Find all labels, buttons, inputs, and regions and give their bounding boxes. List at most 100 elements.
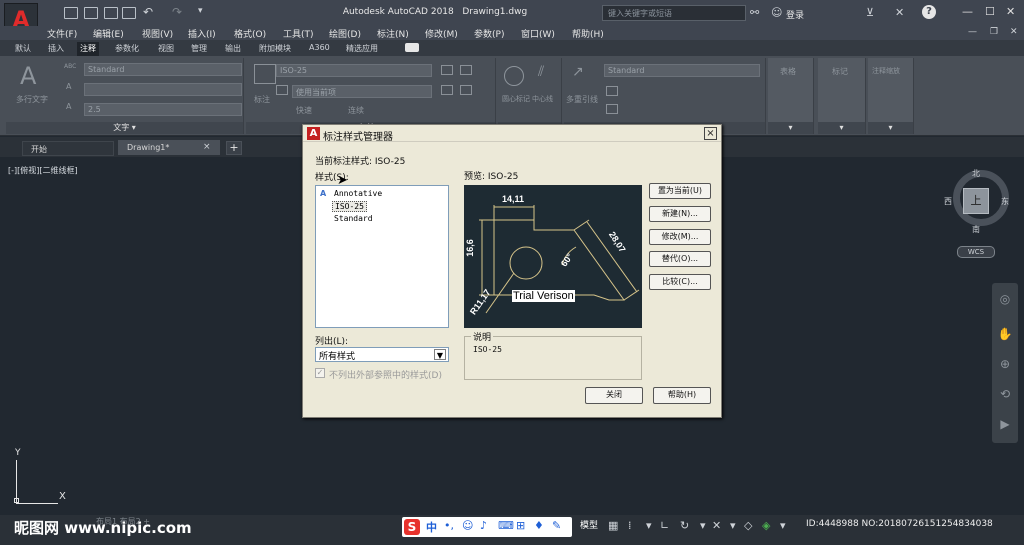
dim-jog-icon[interactable] (460, 85, 472, 95)
set-current-button[interactable]: 置为当前(U) (649, 183, 711, 199)
dim-style-combo[interactable]: ISO-25 (276, 64, 432, 77)
dimension-icon[interactable] (254, 64, 276, 84)
save-icon[interactable] (104, 7, 118, 19)
polar-dropdown-icon[interactable]: ▾ (700, 519, 706, 532)
menu-edit[interactable]: 编辑(E) (93, 27, 124, 40)
multileader-icon[interactable]: ↗ (572, 64, 584, 80)
quick-dimension-button[interactable]: 快速 (296, 105, 312, 116)
ime-voice-icon[interactable]: ♪ (480, 519, 487, 532)
sign-in-link[interactable]: 登录 (786, 8, 804, 21)
steering-wheel-icon[interactable]: ◎ (996, 290, 1014, 308)
tab-annotate[interactable]: 注释 (77, 42, 99, 56)
new-tab-button[interactable]: + (226, 141, 242, 155)
osnap-tracking-icon[interactable]: ✕ (712, 519, 721, 532)
styles-list[interactable]: A Annotative ISO-25 Standard (315, 185, 449, 328)
ime-emoji-icon[interactable]: ☺ (462, 519, 473, 532)
ime-chinese-mode[interactable]: 中 (426, 519, 437, 535)
menu-file[interactable]: 文件(F) (47, 27, 77, 40)
tab-featured-apps[interactable]: 精选应用 (343, 43, 381, 54)
compass-north[interactable]: 北 (972, 168, 980, 179)
text-style-combo[interactable]: Standard (84, 63, 242, 76)
tab-parametric[interactable]: 参数化 (112, 43, 142, 54)
tab-addins[interactable]: 附加模块 (256, 43, 294, 54)
continue-dimension-button[interactable]: 连续 (348, 105, 364, 116)
dim-inspect-icon[interactable] (441, 85, 453, 95)
dim-adjust-icon[interactable] (460, 65, 472, 75)
search-input[interactable]: 键入关键字或短语 (602, 5, 746, 21)
compass-east[interactable]: 东 (1001, 196, 1009, 207)
viewcube-top-face[interactable]: 上 (963, 188, 989, 214)
tab-output[interactable]: 输出 (222, 43, 244, 54)
annotation-scaling-panel[interactable]: 注释缩放 ▾ (868, 58, 914, 134)
list-dropdown-arrow-icon[interactable]: ▼ (434, 349, 446, 360)
new-file-icon[interactable] (64, 7, 78, 19)
style-item-iso25[interactable]: ISO-25 (332, 201, 367, 212)
centerline-icon[interactable]: ⫽ (538, 64, 544, 80)
menu-window[interactable]: 窗口(W) (521, 27, 555, 40)
tables-panel[interactable]: 表格 ▾ (768, 58, 814, 134)
object-snap-icon[interactable]: ◇ (744, 519, 752, 532)
user-icon[interactable]: ☺ (771, 6, 782, 19)
tab-default[interactable]: 默认 (12, 43, 34, 54)
modify-style-button[interactable]: 修改(M)... (649, 229, 711, 245)
override-style-button[interactable]: 替代(O)... (649, 251, 711, 267)
polar-icon[interactable]: ↻ (680, 519, 689, 532)
centerline-label[interactable]: 中心线 (532, 94, 553, 104)
markup-label[interactable]: 标记 (832, 66, 848, 77)
showmotion-icon[interactable]: ▶ (996, 415, 1014, 433)
add-leader-icon[interactable] (606, 86, 618, 96)
text-height-combo[interactable]: 2.5 (84, 103, 242, 116)
remove-leader-icon[interactable] (606, 104, 618, 114)
annotation-scaling-footer[interactable]: ▾ (868, 122, 913, 134)
center-mark-label[interactable]: 圆心标记 (502, 94, 530, 104)
find-text-input[interactable] (84, 83, 242, 96)
ime-keyboard-icon[interactable]: ⌨ (498, 519, 514, 532)
close-window-button[interactable]: ✕ (1006, 5, 1015, 18)
tab-insert[interactable]: 插入 (45, 43, 67, 54)
pan-icon[interactable]: ✋ (996, 325, 1014, 343)
menu-help[interactable]: 帮助(H) (572, 27, 604, 40)
binoculars-icon[interactable]: ⚯ (750, 6, 759, 19)
osnap-dropdown-icon[interactable]: ▾ (730, 519, 736, 532)
markup-panel[interactable]: 标记 ▾ (818, 58, 866, 134)
snap-icon[interactable]: ⁞ (628, 519, 632, 532)
multiline-text-label[interactable]: 多行文字 (16, 94, 48, 105)
multiline-text-icon[interactable]: A (20, 62, 36, 90)
minimize-button[interactable]: — (962, 5, 973, 18)
open-file-icon[interactable] (84, 7, 98, 19)
compare-style-button[interactable]: 比较(C)... (649, 274, 711, 290)
markup-footer[interactable]: ▾ (818, 122, 865, 134)
menu-tools[interactable]: 工具(T) (283, 27, 314, 40)
close-dialog-button[interactable]: 关闭 (585, 387, 643, 404)
tab-manage[interactable]: 管理 (188, 43, 210, 54)
menu-modify[interactable]: 修改(M) (425, 27, 458, 40)
menu-parametric[interactable]: 参数(P) (474, 27, 504, 40)
menu-draw[interactable]: 绘图(D) (329, 27, 361, 40)
menu-minimize-button[interactable]: — (968, 27, 977, 37)
list-filter-select[interactable]: 所有样式 (315, 347, 449, 362)
dimension-label[interactable]: 标注 (254, 94, 270, 105)
start-tab[interactable]: 开始 (22, 141, 114, 156)
menu-format[interactable]: 格式(O) (234, 27, 266, 40)
dim-layer-combo[interactable]: 使用当前项 (292, 85, 432, 98)
tables-label[interactable]: 表格 (780, 66, 796, 77)
annotation-scaling-label[interactable]: 注释缩放 (872, 66, 900, 76)
print-icon[interactable] (122, 7, 136, 19)
help-button[interactable]: 帮助(H) (653, 387, 711, 404)
quick-access-dropdown-icon[interactable]: ▾ (198, 6, 203, 16)
ime-toolbar[interactable]: S 中 •, ☺ ♪ ⌨ ⊞ ♦ ✎ (402, 517, 572, 537)
menu-close-button[interactable]: ✕ (1010, 27, 1018, 37)
center-mark-icon[interactable] (504, 66, 524, 86)
ime-punct-mode[interactable]: •, (444, 519, 454, 532)
isodraft-dropdown-icon[interactable]: ▾ (780, 519, 786, 532)
ime-toolbox-icon[interactable]: ⊞ (516, 519, 525, 532)
tab-a360[interactable]: A360 (306, 43, 333, 52)
exclude-xref-checkbox[interactable]: ✓ (315, 368, 325, 378)
tables-footer[interactable]: ▾ (768, 122, 813, 134)
undo-icon[interactable]: ↶ (143, 5, 153, 19)
ime-settings-icon[interactable]: ✎ (552, 519, 561, 532)
isodraft-icon[interactable]: ◈ (762, 519, 770, 532)
zoom-icon[interactable]: ⊕ (996, 355, 1014, 373)
close-tab-icon[interactable]: × (203, 142, 211, 152)
grid-icon[interactable]: ▦ (608, 519, 618, 532)
